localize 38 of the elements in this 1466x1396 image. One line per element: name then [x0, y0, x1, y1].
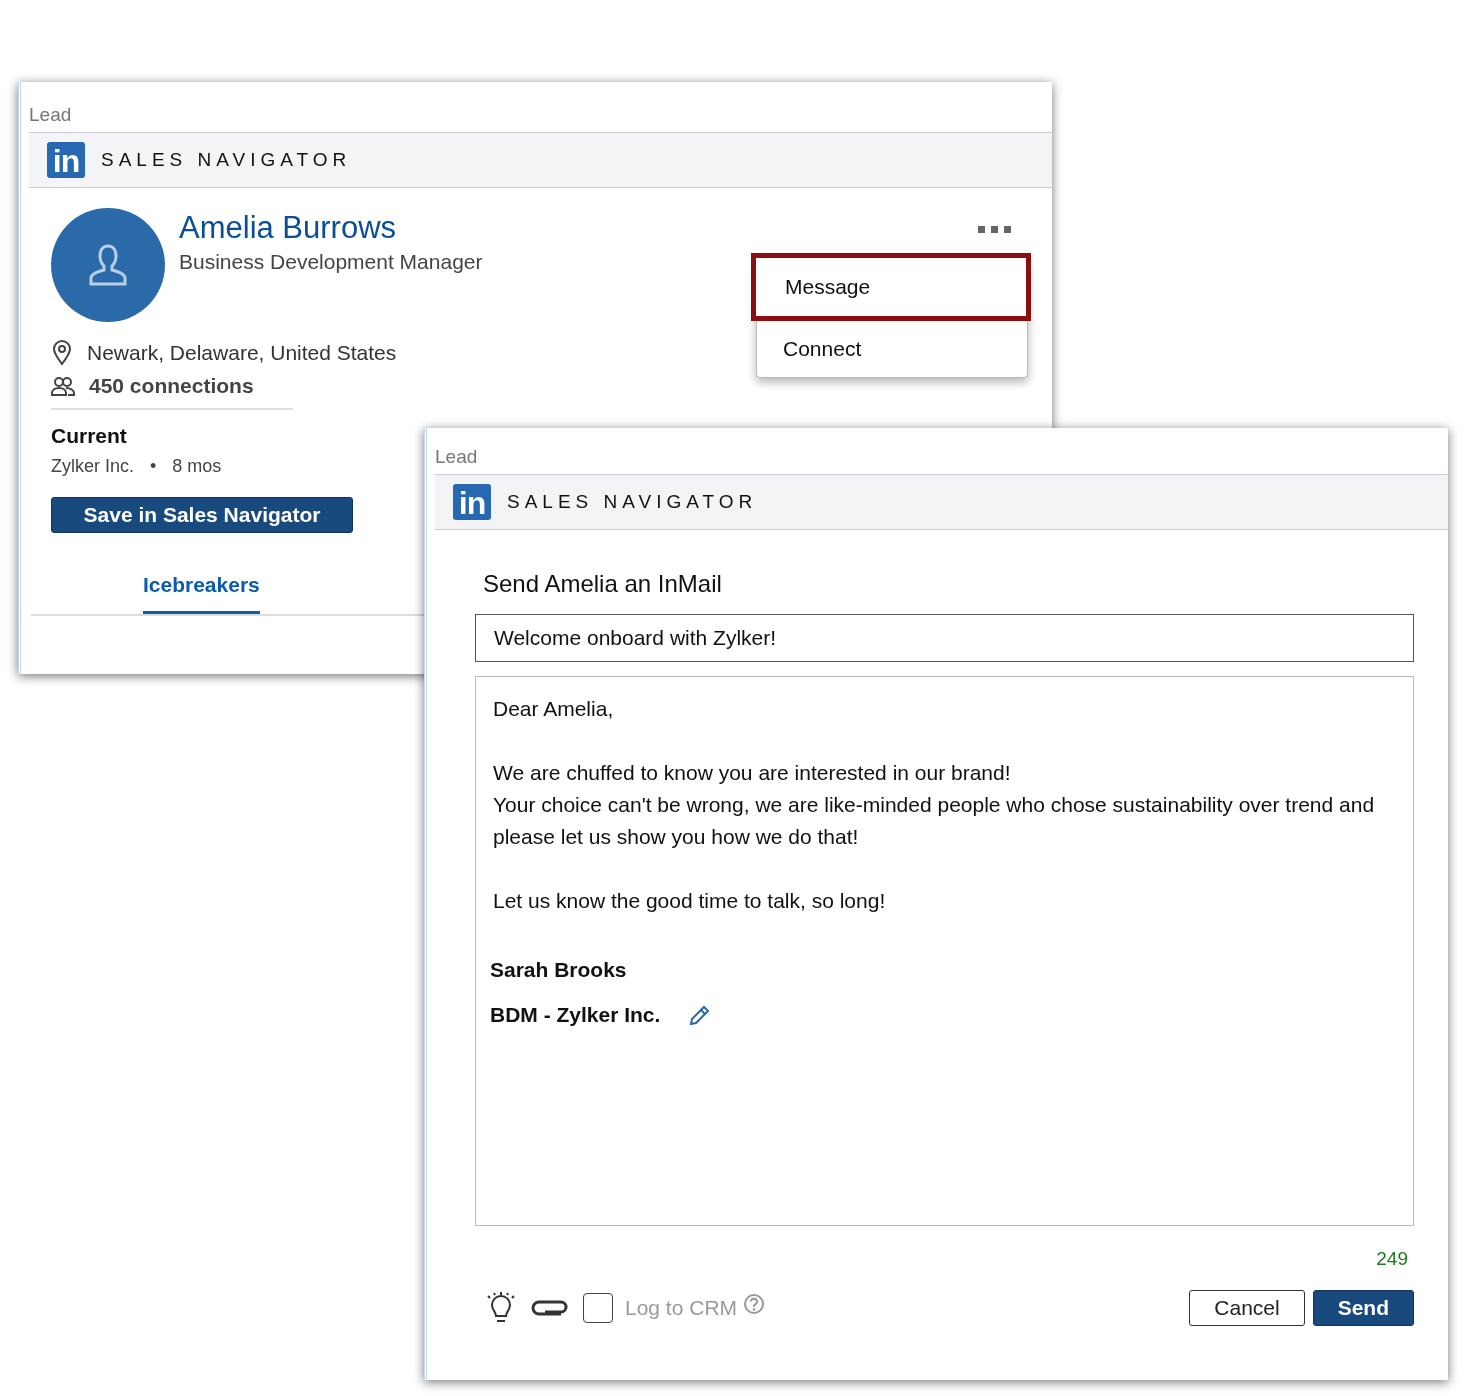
help-icon[interactable]: [743, 1293, 766, 1315]
inmail-title: Send Amelia an InMail: [483, 570, 723, 598]
lead-name[interactable]: Amelia Burrows: [179, 210, 483, 246]
log-to-crm-label: Log to CRM: [625, 1296, 738, 1320]
subject-field[interactable]: Welcome onboard with Zylker!: [475, 614, 1414, 662]
signature-line: Sarah Brooks: [490, 957, 628, 983]
save-button[interactable]: Save in Sales Navigator: [51, 497, 353, 533]
menu-item[interactable]: Connect: [757, 321, 1027, 377]
window-label: Lead: [28, 103, 73, 127]
body-text: Dear Amelia,: [493, 696, 615, 722]
menu-item[interactable]: Message: [751, 253, 1031, 321]
body-text: Let us know the good time to talk, so long!: [493, 888, 887, 914]
message-body-field[interactable]: [475, 676, 1414, 1226]
location-text: Newark, Delaware, United States: [87, 341, 397, 365]
section-heading: Current: [51, 424, 128, 448]
linkedin-logo: in: [453, 484, 491, 520]
connections-count: 450 connections: [89, 374, 254, 398]
linkedin-logo: in: [47, 142, 85, 178]
job-title: Business Development Manager: [179, 250, 483, 274]
header-title: SALES NAVIGATOR: [507, 491, 758, 513]
send-button[interactable]: Send: [1312, 1290, 1414, 1326]
signature-line: BDM - Zylker Inc.: [490, 1002, 661, 1028]
body-text: We are chuffed to know you are interested in our brand!: [493, 760, 1012, 786]
lightbulb-icon[interactable]: [485, 1291, 517, 1325]
more-options-icon[interactable]: [978, 226, 1012, 234]
cancel-button[interactable]: Cancel: [1189, 1290, 1305, 1326]
tenure-text: 8 mos: [172, 456, 222, 477]
window-label: Lead: [434, 445, 479, 469]
company-name: Zylker Inc.: [51, 456, 134, 477]
separator-dot: •: [150, 456, 157, 477]
checkbox[interactable]: [583, 1293, 613, 1323]
body-text: Your choice can't be wrong, we are like-minded people who chose sustainability over trend and please let us show you how we do that!: [493, 792, 1376, 850]
location-pin-icon: [51, 340, 73, 366]
paperclip-icon[interactable]: [531, 1298, 569, 1318]
character-count: 249: [1375, 1248, 1409, 1270]
people-icon: [51, 376, 75, 396]
header-title: SALES NAVIGATOR: [101, 149, 352, 171]
tab[interactable]: Icebreakers: [143, 573, 260, 614]
